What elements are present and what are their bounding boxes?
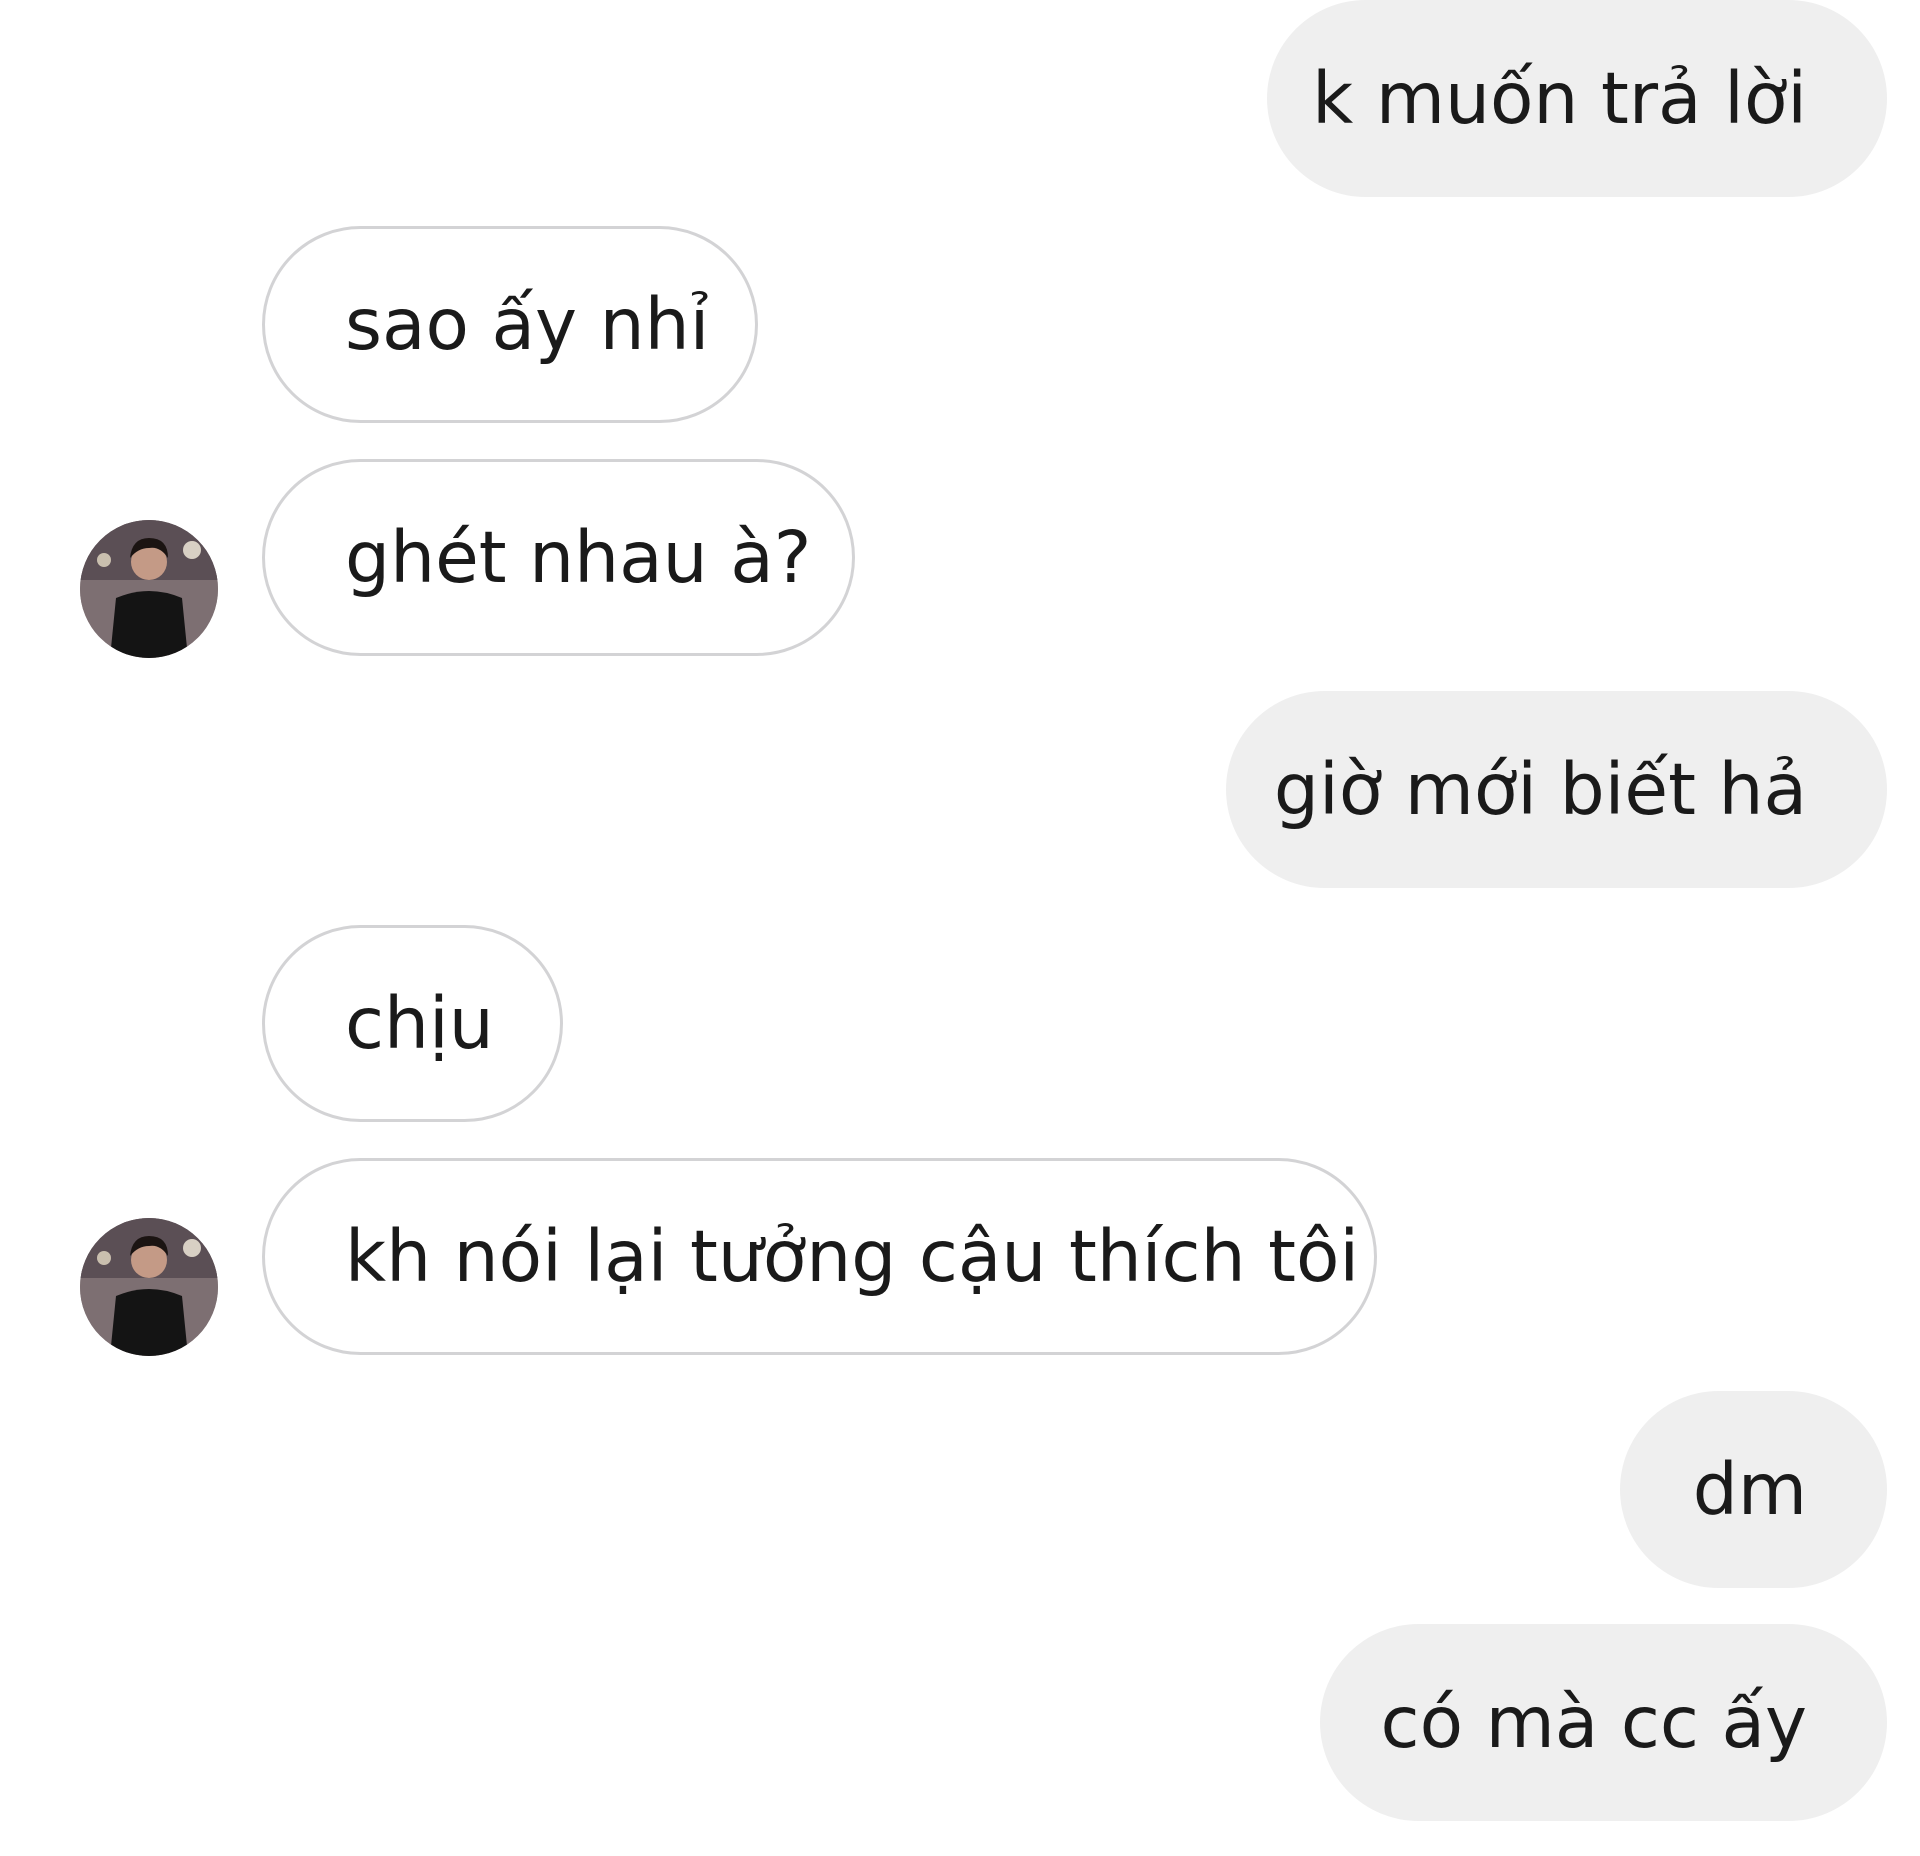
message-text: kh nói lại tưởng cậu thích tôi: [345, 1215, 1360, 1298]
received-message-bubble[interactable]: chịu: [262, 925, 563, 1122]
message-text: có mà cc ấy: [1380, 1681, 1807, 1764]
sent-message-bubble[interactable]: k muốn trả lời: [1267, 0, 1887, 197]
sent-message-bubble[interactable]: dm: [1620, 1391, 1887, 1588]
message-text: k muốn trả lời: [1312, 57, 1807, 140]
message-text: dm: [1692, 1448, 1807, 1531]
received-message-bubble[interactable]: kh nói lại tưởng cậu thích tôi: [262, 1158, 1377, 1355]
sent-message-bubble[interactable]: có mà cc ấy: [1320, 1624, 1887, 1821]
message-text: chịu: [345, 982, 494, 1065]
message-thread: k muốn trả lời sao ấy nhỉ ghét nhau à? g…: [0, 0, 1920, 1856]
sent-message-bubble[interactable]: giờ mới biết hả: [1226, 691, 1887, 888]
message-text: giờ mới biết hả: [1273, 748, 1807, 831]
contact-avatar-icon[interactable]: [80, 1218, 218, 1356]
received-message-bubble[interactable]: sao ấy nhỉ: [262, 226, 758, 423]
contact-avatar-icon[interactable]: [80, 520, 218, 658]
received-message-bubble[interactable]: ghét nhau à?: [262, 459, 855, 656]
message-text: sao ấy nhỉ: [345, 283, 710, 366]
message-text: ghét nhau à?: [345, 516, 812, 599]
